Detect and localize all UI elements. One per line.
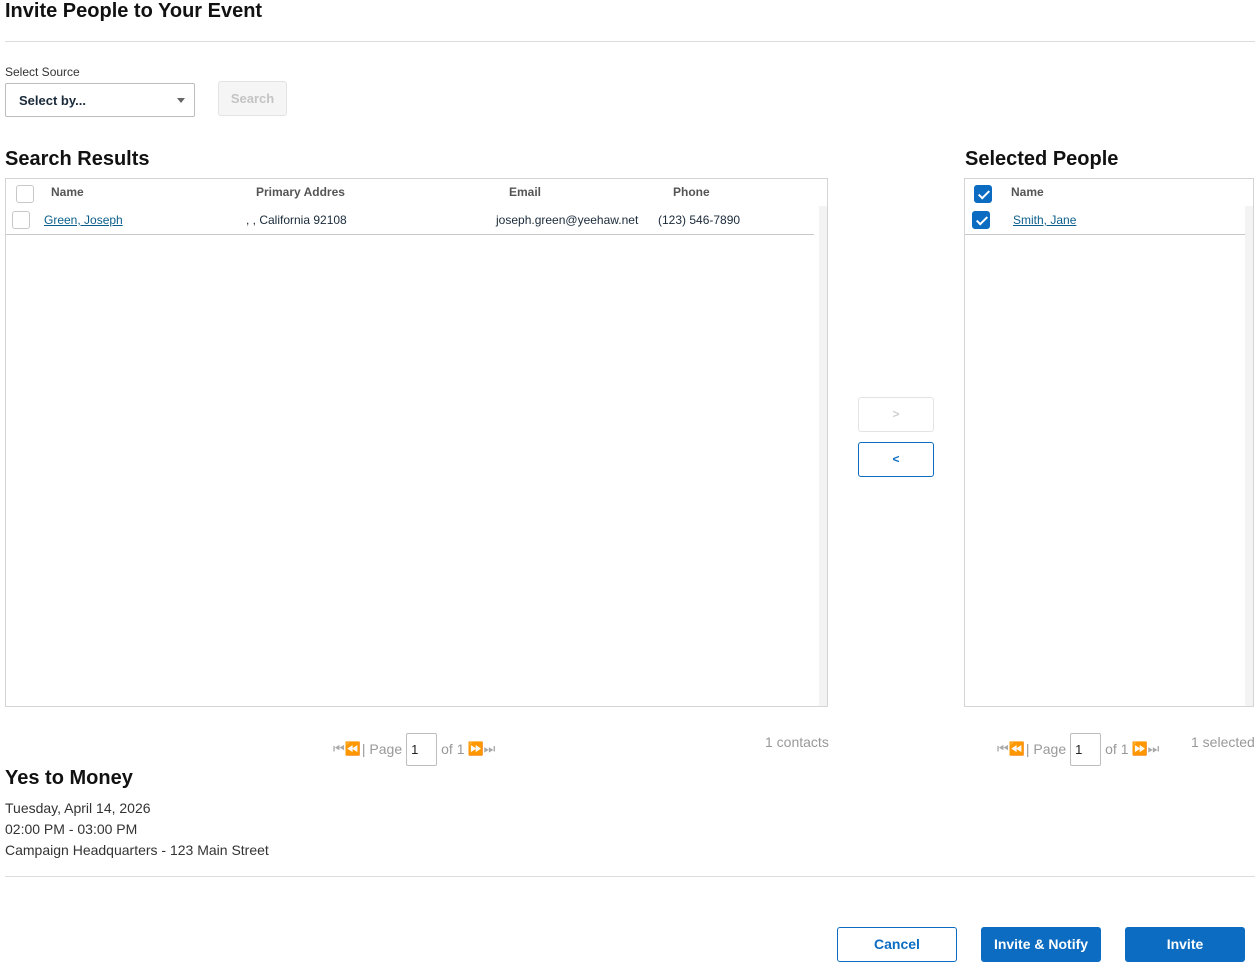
page-number-input[interactable]: 1 [1070, 732, 1102, 766]
contact-phone: (123) 546-7890 [658, 213, 741, 227]
scrollbar[interactable] [819, 206, 827, 706]
last-page-icon[interactable]: ⏭ [484, 741, 496, 757]
invite-notify-button[interactable]: Invite & Notify [981, 927, 1101, 962]
source-select[interactable]: Select by... [5, 83, 195, 117]
column-header-name[interactable]: Name [1011, 185, 1044, 199]
row-checkbox[interactable] [972, 211, 990, 229]
event-time: 02:00 PM - 03:00 PM [5, 821, 138, 837]
next-page-icon[interactable]: ⏩ [1131, 741, 1147, 757]
page-label: | Page [1025, 741, 1067, 757]
row-divider [965, 234, 1245, 235]
row-checkbox[interactable] [12, 211, 30, 229]
cancel-button[interactable]: Cancel [837, 927, 957, 962]
select-source-label: Select Source [5, 65, 80, 79]
first-page-icon[interactable]: ⏮ [333, 741, 345, 757]
chevron-down-icon [177, 98, 185, 103]
last-page-icon[interactable]: ⏭ [1148, 741, 1160, 757]
column-header-address[interactable]: Primary Addres [256, 185, 345, 199]
scrollbar[interactable] [1245, 206, 1253, 706]
event-name: Yes to Money [5, 767, 133, 789]
selected-count: 1 selected [1191, 734, 1255, 750]
selected-name-link[interactable]: Smith, Jane [1013, 213, 1076, 227]
contact-email: joseph.green@yeehaw.net [496, 213, 639, 227]
contact-name-link[interactable]: Green, Joseph [44, 213, 123, 227]
column-header-email[interactable]: Email [509, 185, 541, 199]
search-button[interactable]: Search [218, 81, 287, 116]
prev-page-icon[interactable]: ⏪ [1009, 741, 1025, 757]
select-all-selected-checkbox[interactable] [974, 185, 992, 203]
selected-people-panel: Name Smith, Jane [964, 178, 1254, 707]
add-to-selected-button[interactable]: > [858, 397, 934, 432]
source-select-value: Select by... [19, 93, 86, 108]
search-results-pager: ⏮ ⏪ | Page 1 of 1 ⏩ ⏭ [333, 732, 496, 766]
invite-button[interactable]: Invite [1125, 927, 1245, 962]
first-page-icon[interactable]: ⏮ [997, 741, 1009, 757]
select-all-checkbox[interactable] [16, 185, 34, 203]
event-date: Tuesday, April 14, 2026 [5, 800, 151, 816]
event-location: Campaign Headquarters - 123 Main Street [5, 842, 269, 858]
page-number-input[interactable]: 1 [406, 732, 438, 766]
contacts-count: 1 contacts [765, 734, 829, 750]
row-divider [6, 234, 814, 235]
selected-people-pager: ⏮ ⏪ | Page 1 of 1 ⏩ ⏭ [997, 732, 1160, 766]
selected-people-heading: Selected People [965, 148, 1119, 170]
table-row[interactable]: Smith, Jane [965, 206, 1243, 234]
page-of-label: of 1 [441, 741, 465, 757]
column-header-phone[interactable]: Phone [673, 185, 710, 199]
page-of-label: of 1 [1105, 741, 1129, 757]
prev-page-icon[interactable]: ⏪ [345, 741, 361, 757]
column-header-name[interactable]: Name [51, 185, 84, 199]
page-title: Invite People to Your Event [5, 0, 263, 22]
page-label: | Page [361, 741, 403, 757]
divider [5, 876, 1255, 877]
table-row[interactable]: Green, Joseph , , California 92108 josep… [6, 206, 816, 234]
remove-from-selected-button[interactable]: < [858, 442, 934, 477]
search-results-heading: Search Results [5, 148, 150, 170]
divider [5, 41, 1255, 42]
contact-address: , , California 92108 [246, 213, 347, 227]
search-results-panel: Name Primary Addres Email Phone Green, J… [5, 178, 828, 707]
next-page-icon[interactable]: ⏩ [467, 741, 483, 757]
